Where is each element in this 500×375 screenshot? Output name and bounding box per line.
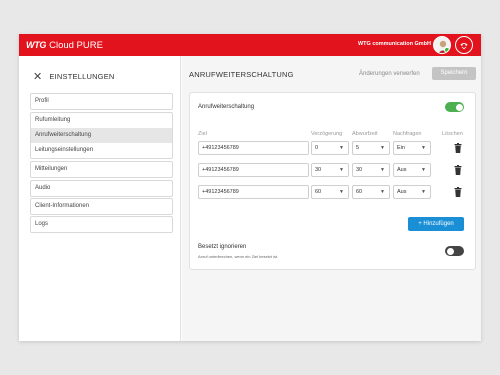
caret-down-icon: ▼ (421, 145, 426, 151)
menu-group-client: Client-Informationen (30, 198, 173, 215)
forwarding-card: Anrufweiterschaltung Ziel Verzögerung Ab… (189, 92, 476, 270)
caret-down-icon: ▼ (339, 145, 344, 151)
ask-select[interactable]: Aus ▼ (393, 185, 431, 199)
avatar[interactable] (433, 36, 451, 54)
caret-down-icon: ▼ (421, 189, 426, 195)
sidebar-header: ✕ EINSTELLUNGEN (33, 70, 115, 83)
app-window: WTG Cloud PURE WTG communication GmbH ✕ … (19, 34, 481, 341)
timeout-value: 60 (356, 189, 363, 195)
phone-menu-button[interactable] (455, 36, 473, 54)
caret-down-icon: ▼ (339, 189, 344, 195)
card-title: Anrufweiterschaltung (198, 104, 255, 110)
top-bar: WTG Cloud PURE WTG communication GmbH (19, 34, 481, 56)
menu-group-profile: Profil (30, 93, 173, 110)
trash-icon[interactable] (454, 143, 462, 153)
trash-icon[interactable] (454, 187, 462, 197)
timeout-value: 30 (356, 167, 363, 173)
ask-value: Aus (397, 167, 407, 173)
sidebar-item-rufumleitung[interactable]: Rufumleitung (31, 113, 172, 128)
table-row: +49123456789 30 ▼ 30 ▼ Aus ▼ (190, 163, 477, 177)
sidebar-title: EINSTELLUNGEN (49, 72, 115, 81)
column-header-delay: Verzögerung (311, 131, 343, 137)
table-row: +49123456789 0 ▼ 5 ▼ Ein ▼ (190, 141, 477, 155)
caret-down-icon: ▼ (421, 167, 426, 173)
menu-group-messages: Mitteilungen (30, 161, 173, 178)
main-panel: ANRUFWEITERSCHALTUNG Änderungen verwerfe… (182, 56, 481, 341)
online-status-icon (444, 47, 450, 53)
column-header-ask: Nachfragen (393, 131, 422, 137)
timeout-select[interactable]: 30 ▼ (352, 163, 390, 177)
add-target-button[interactable]: + Hinzufügen (408, 217, 464, 231)
company-name: WTG communication GmbH (357, 41, 431, 47)
ask-select[interactable]: Aus ▼ (393, 163, 431, 177)
target-number-field[interactable]: +49123456789 (198, 185, 309, 199)
delay-value: 60 (315, 189, 322, 195)
sidebar-item-anrufweiterschaltung[interactable]: Anrufweiterschaltung (31, 128, 172, 143)
close-icon[interactable]: ✕ (33, 70, 42, 83)
delay-select[interactable]: 60 ▼ (311, 185, 349, 199)
caret-down-icon: ▼ (380, 145, 385, 151)
column-header-target: Ziel (198, 131, 207, 137)
caret-down-icon: ▼ (380, 167, 385, 173)
sidebar-item-audio[interactable]: Audio (31, 181, 172, 196)
timeout-value: 5 (356, 145, 360, 151)
ignore-busy-description: Anruf unterbrechen, wenn ein Ziel besetz… (198, 254, 279, 259)
discard-changes-button[interactable]: Änderungen verwerfen (359, 71, 420, 77)
ask-value: Ein (397, 145, 405, 151)
toggle-knob (455, 103, 463, 111)
sidebar-item-profil[interactable]: Profil (31, 94, 172, 109)
ignore-busy-label: Besetzt ignorieren (198, 244, 247, 250)
settings-sidebar: ✕ EINSTELLUNGEN Profil Rufumleitung Anru… (19, 56, 181, 341)
target-number-field[interactable]: +49123456789 (198, 141, 309, 155)
delay-value: 0 (315, 145, 319, 151)
trash-icon[interactable] (454, 165, 462, 175)
caret-down-icon: ▼ (339, 167, 344, 173)
menu-group-call: Rufumleitung Anrufweiterschaltung Leitun… (30, 112, 173, 159)
ask-value: Aus (397, 189, 407, 195)
caret-down-icon: ▼ (380, 189, 385, 195)
brand-name: Cloud PURE (49, 39, 103, 51)
target-number-field[interactable]: +49123456789 (198, 163, 309, 177)
sidebar-item-logs[interactable]: Logs (31, 217, 172, 232)
table-row: +49123456789 60 ▼ 60 ▼ Aus ▼ (190, 185, 477, 199)
forwarding-toggle[interactable] (445, 102, 464, 112)
column-header-timeout: Abwurfzeit (352, 131, 378, 137)
brand-logo: WTG Cloud PURE (26, 39, 103, 51)
column-header-delete: Löschen (442, 131, 463, 137)
phone-icon (460, 43, 468, 50)
sidebar-item-mitteilungen[interactable]: Mitteilungen (31, 162, 172, 177)
menu-group-logs: Logs (30, 216, 173, 233)
menu-group-audio: Audio (30, 180, 173, 197)
sidebar-item-client-informationen[interactable]: Client-Informationen (31, 199, 172, 214)
ignore-busy-toggle[interactable] (445, 246, 464, 256)
save-button[interactable]: Speichern (432, 67, 476, 80)
toggle-knob (446, 247, 454, 255)
sidebar-item-leitungseinstellungen[interactable]: Leitungseinstellungen (31, 143, 172, 158)
brand-prefix: WTG (26, 40, 47, 50)
page-title: ANRUFWEITERSCHALTUNG (189, 70, 294, 79)
delay-select[interactable]: 0 ▼ (311, 141, 349, 155)
delay-select[interactable]: 30 ▼ (311, 163, 349, 177)
timeout-select[interactable]: 60 ▼ (352, 185, 390, 199)
ask-select[interactable]: Ein ▼ (393, 141, 431, 155)
timeout-select[interactable]: 5 ▼ (352, 141, 390, 155)
delay-value: 30 (315, 167, 322, 173)
